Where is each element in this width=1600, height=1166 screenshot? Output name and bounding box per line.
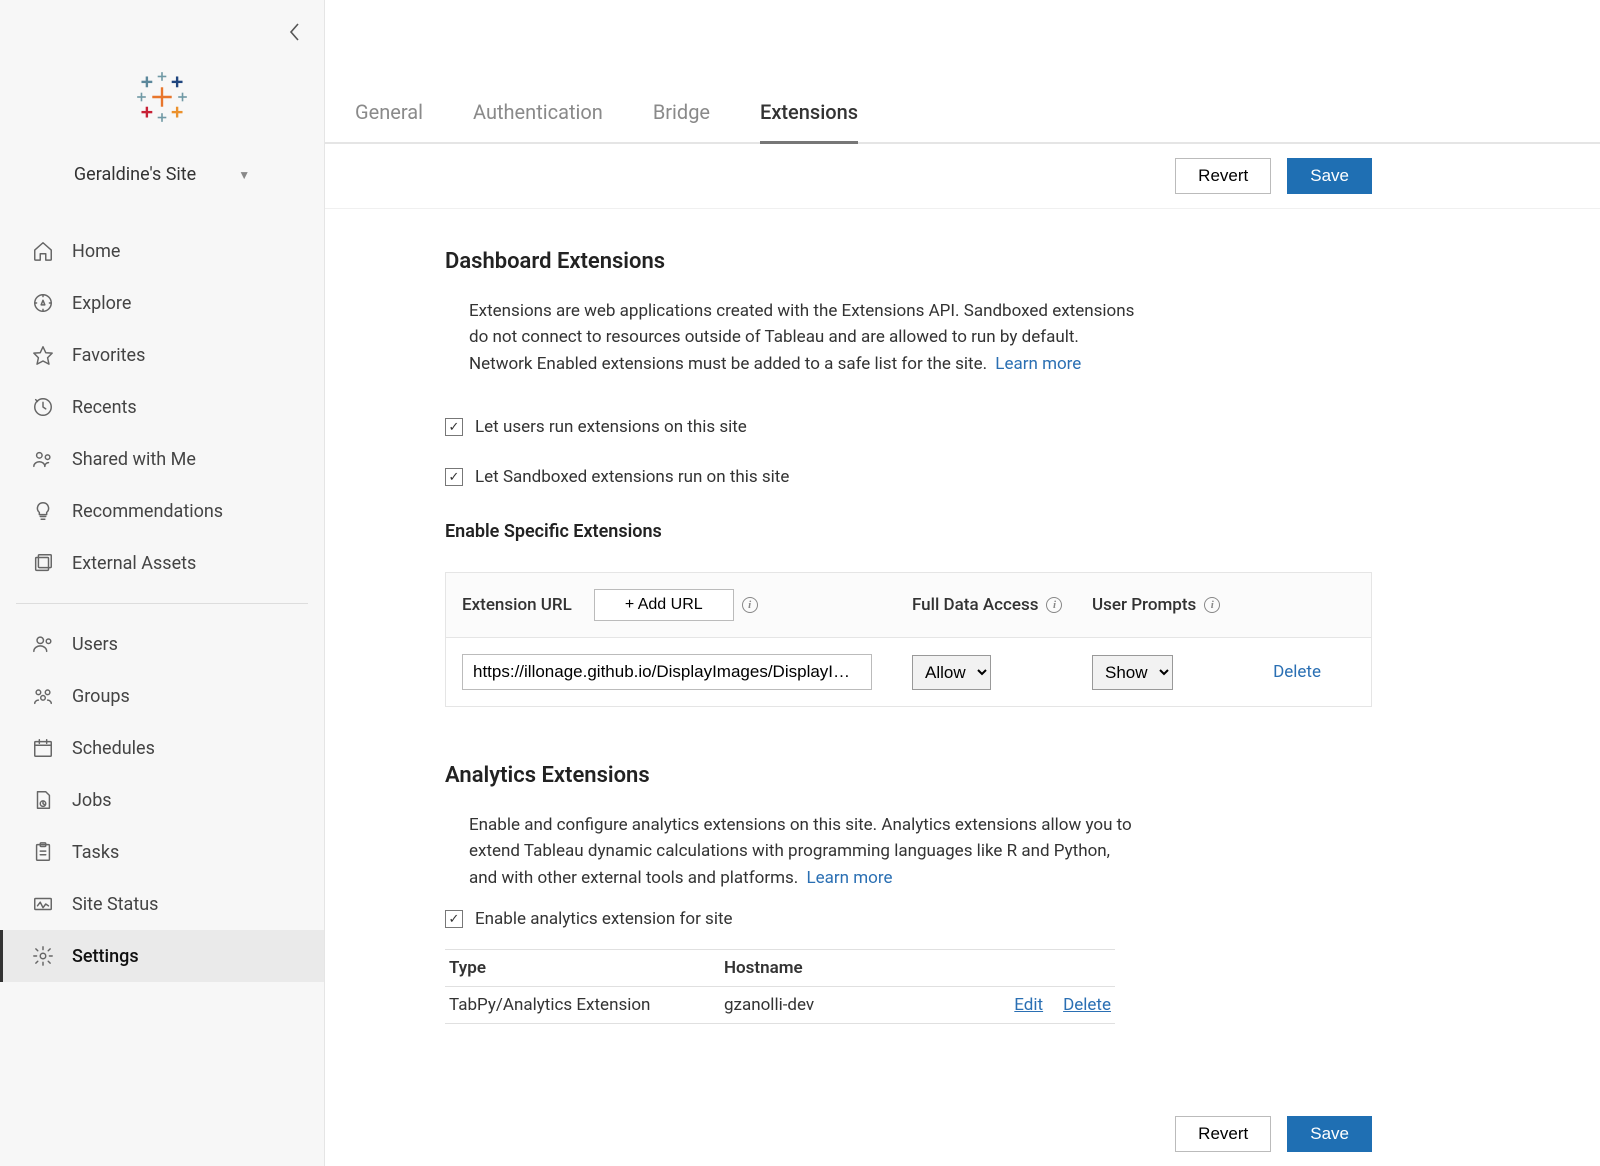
gear-icon — [30, 943, 56, 969]
analytics-table-row: TabPy/Analytics Extension gzanolli-dev E… — [445, 987, 1115, 1023]
main-area: General Authentication Bridge Extensions Re… — [325, 0, 1600, 1166]
clock-icon — [30, 394, 56, 420]
info-icon[interactable]: i — [742, 597, 758, 613]
sidebar-item-explore[interactable]: Explore — [0, 277, 324, 329]
sidebar-item-label: Shared with Me — [72, 449, 196, 470]
analytics-table-header: Type Hostname — [445, 950, 1115, 987]
sidebar-item-jobs[interactable]: Jobs — [0, 774, 324, 826]
home-icon — [30, 238, 56, 264]
extensions-table-row: Allow Show Delete — [446, 638, 1371, 706]
sidebar-item-external-assets[interactable]: External Assets — [0, 537, 324, 589]
sidebar-item-favorites[interactable]: Favorites — [0, 329, 324, 381]
dashboard-extensions-desc: Extensions are web applications created … — [469, 298, 1139, 377]
tasks-icon — [30, 839, 56, 865]
save-button-footer[interactable]: Save — [1287, 1116, 1372, 1152]
analytics-extensions-title: Analytics Extensions — [445, 763, 1372, 788]
sidebar-item-label: Favorites — [72, 345, 145, 366]
dashboard-extensions-title: Dashboard Extensions — [445, 249, 1372, 274]
tab-authentication[interactable]: Authentication — [473, 100, 603, 142]
sidebar-item-home[interactable]: Home — [0, 225, 324, 277]
sidebar-item-label: Home — [72, 241, 120, 262]
edit-analytics-link[interactable]: Edit — [1014, 995, 1043, 1015]
user-prompts-select[interactable]: Show — [1092, 655, 1173, 690]
info-icon[interactable]: i — [1046, 597, 1062, 613]
sidebar-item-settings[interactable]: Settings — [0, 930, 324, 982]
shared-icon — [30, 446, 56, 472]
sidebar: Geraldine's Site ▼ Home Explore Favorites R… — [0, 0, 325, 1166]
col-extension-url: Extension URL — [462, 595, 572, 615]
tabs-bar: General Authentication Bridge Extensions — [325, 0, 1600, 144]
col-full-data-access: Full Data Access — [912, 595, 1038, 615]
sidebar-item-shared-with-me[interactable]: Shared with Me — [0, 433, 324, 485]
checkbox-icon[interactable]: ✓ — [445, 468, 463, 486]
col-type: Type — [449, 958, 724, 978]
tab-general[interactable]: General — [355, 100, 423, 142]
compass-icon — [30, 290, 56, 316]
learn-more-link[interactable]: Learn more — [995, 354, 1081, 374]
delete-extension-link[interactable]: Delete — [1262, 662, 1355, 682]
checkbox-icon[interactable]: ✓ — [445, 418, 463, 436]
sidebar-item-site-status[interactable]: Site Status — [0, 878, 324, 930]
jobs-icon — [30, 787, 56, 813]
checkbox-enable-analytics[interactable]: ✓ Enable analytics extension for site — [445, 909, 1372, 929]
extensions-table: Extension URL + Add URL i Full Data Acce… — [445, 572, 1372, 707]
actionbar-top: Revert Save — [325, 144, 1600, 209]
analytics-type-cell: TabPy/Analytics Extension — [449, 995, 724, 1015]
bulb-icon — [30, 498, 56, 524]
sidebar-item-label: Recents — [72, 397, 137, 418]
checkbox-icon[interactable]: ✓ — [445, 910, 463, 928]
add-url-button[interactable]: + Add URL — [594, 589, 734, 621]
info-icon[interactable]: i — [1204, 597, 1220, 613]
tableau-logo — [0, 0, 324, 124]
site-selector[interactable]: Geraldine's Site ▼ — [0, 164, 324, 185]
tab-bridge[interactable]: Bridge — [653, 100, 710, 142]
enable-specific-subheading: Enable Specific Extensions — [445, 521, 1372, 542]
sidebar-item-label: Explore — [72, 293, 131, 314]
checkbox-let-sandboxed-run[interactable]: ✓ Let Sandboxed extensions run on this s… — [445, 467, 1372, 487]
sidebar-item-label: Schedules — [72, 738, 155, 759]
sidebar-item-recents[interactable]: Recents — [0, 381, 324, 433]
star-icon — [30, 342, 56, 368]
analytics-table: Type Hostname TabPy/Analytics Extension … — [445, 949, 1115, 1024]
sidebar-item-label: Tasks — [72, 842, 119, 863]
groups-icon — [30, 683, 56, 709]
sidebar-item-label: External Assets — [72, 553, 196, 574]
sidebar-item-label: Groups — [72, 686, 130, 707]
save-button[interactable]: Save — [1287, 158, 1372, 194]
actionbar-bottom: Revert Save — [325, 1102, 1600, 1166]
external-icon — [30, 550, 56, 576]
status-icon — [30, 891, 56, 917]
revert-button-footer[interactable]: Revert — [1175, 1116, 1271, 1152]
sidebar-item-users[interactable]: Users — [0, 618, 324, 670]
extension-url-input[interactable] — [462, 654, 872, 690]
sidebar-item-tasks[interactable]: Tasks — [0, 826, 324, 878]
sidebar-item-groups[interactable]: Groups — [0, 670, 324, 722]
sidebar-item-schedules[interactable]: Schedules — [0, 722, 324, 774]
col-user-prompts: User Prompts — [1092, 595, 1196, 615]
nav-divider — [16, 603, 308, 604]
calendar-icon — [30, 735, 56, 761]
delete-analytics-link[interactable]: Delete — [1063, 995, 1111, 1015]
users-icon — [30, 631, 56, 657]
sidebar-item-recommendations[interactable]: Recommendations — [0, 485, 324, 537]
tab-extensions[interactable]: Extensions — [760, 100, 858, 142]
analytics-hostname-cell: gzanolli-dev — [724, 995, 994, 1015]
revert-button[interactable]: Revert — [1175, 158, 1271, 194]
sidebar-item-label: Site Status — [72, 894, 158, 915]
extensions-table-header: Extension URL + Add URL i Full Data Acce… — [446, 573, 1371, 638]
full-data-access-select[interactable]: Allow — [912, 655, 991, 690]
sidebar-item-label: Recommendations — [72, 501, 223, 522]
col-hostname: Hostname — [724, 958, 1111, 978]
settings-content: Dashboard Extensions Extensions are web … — [325, 209, 1600, 1102]
caret-down-icon: ▼ — [238, 168, 250, 182]
sidebar-item-label: Settings — [72, 946, 139, 967]
sidebar-item-label: Users — [72, 634, 118, 655]
learn-more-link[interactable]: Learn more — [806, 868, 892, 888]
checkbox-let-users-run[interactable]: ✓ Let users run extensions on this site — [445, 417, 1372, 437]
collapse-sidebar-icon[interactable] — [288, 22, 302, 47]
analytics-extensions-desc: Enable and configure analytics extension… — [469, 812, 1139, 891]
site-name: Geraldine's Site — [74, 164, 196, 185]
sidebar-item-label: Jobs — [72, 790, 112, 811]
